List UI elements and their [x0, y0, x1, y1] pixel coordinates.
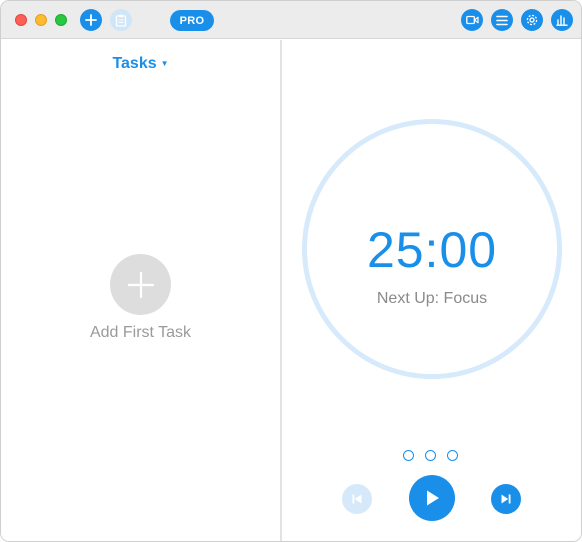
session-dot: [447, 450, 458, 461]
session-dot: [425, 450, 436, 461]
gear-icon: [526, 14, 538, 26]
add-first-task-button[interactable]: [110, 254, 171, 315]
app-window: PRO Tasks ▼ Add First Task 25:00 Next Up…: [0, 0, 582, 542]
tasks-dropdown-label: Tasks: [112, 55, 157, 72]
settings-button[interactable]: [521, 9, 543, 31]
play-button[interactable]: [409, 475, 455, 521]
close-window-button[interactable]: [15, 14, 27, 26]
video-button[interactable]: [461, 9, 483, 31]
session-indicator: [403, 450, 463, 462]
next-session-label: Next Up: Focus: [376, 290, 488, 307]
chart-icon: [556, 15, 568, 26]
minimize-window-button[interactable]: [35, 14, 47, 26]
clipboard-button[interactable]: [110, 9, 132, 31]
play-icon: [427, 490, 439, 506]
statistics-button[interactable]: [551, 9, 573, 31]
add-task-button[interactable]: [80, 9, 102, 31]
previous-button[interactable]: [342, 484, 372, 514]
add-first-task-label: Add First Task: [89, 324, 192, 341]
add-icon: [85, 14, 97, 26]
list-button[interactable]: [491, 9, 513, 31]
skip-back-icon: [352, 494, 362, 504]
timer-pane: 25:00 Next Up: Focus: [282, 40, 581, 541]
list-icon: [496, 15, 508, 25]
session-dot: [403, 450, 414, 461]
video-icon: [465, 15, 479, 25]
tasks-pane: Tasks ▼ Add First Task: [1, 40, 280, 541]
caret-down-icon: ▼: [160, 59, 169, 68]
maximize-window-button[interactable]: [55, 14, 67, 26]
next-button[interactable]: [491, 484, 521, 514]
skip-forward-icon: [501, 494, 511, 504]
plus-icon: [127, 271, 154, 298]
clipboard-icon: [115, 14, 127, 27]
tasks-dropdown[interactable]: Tasks ▼: [1, 55, 280, 73]
pro-badge[interactable]: PRO: [170, 10, 214, 31]
titlebar: PRO: [1, 1, 581, 39]
timer-display: 25:00: [366, 222, 498, 278]
